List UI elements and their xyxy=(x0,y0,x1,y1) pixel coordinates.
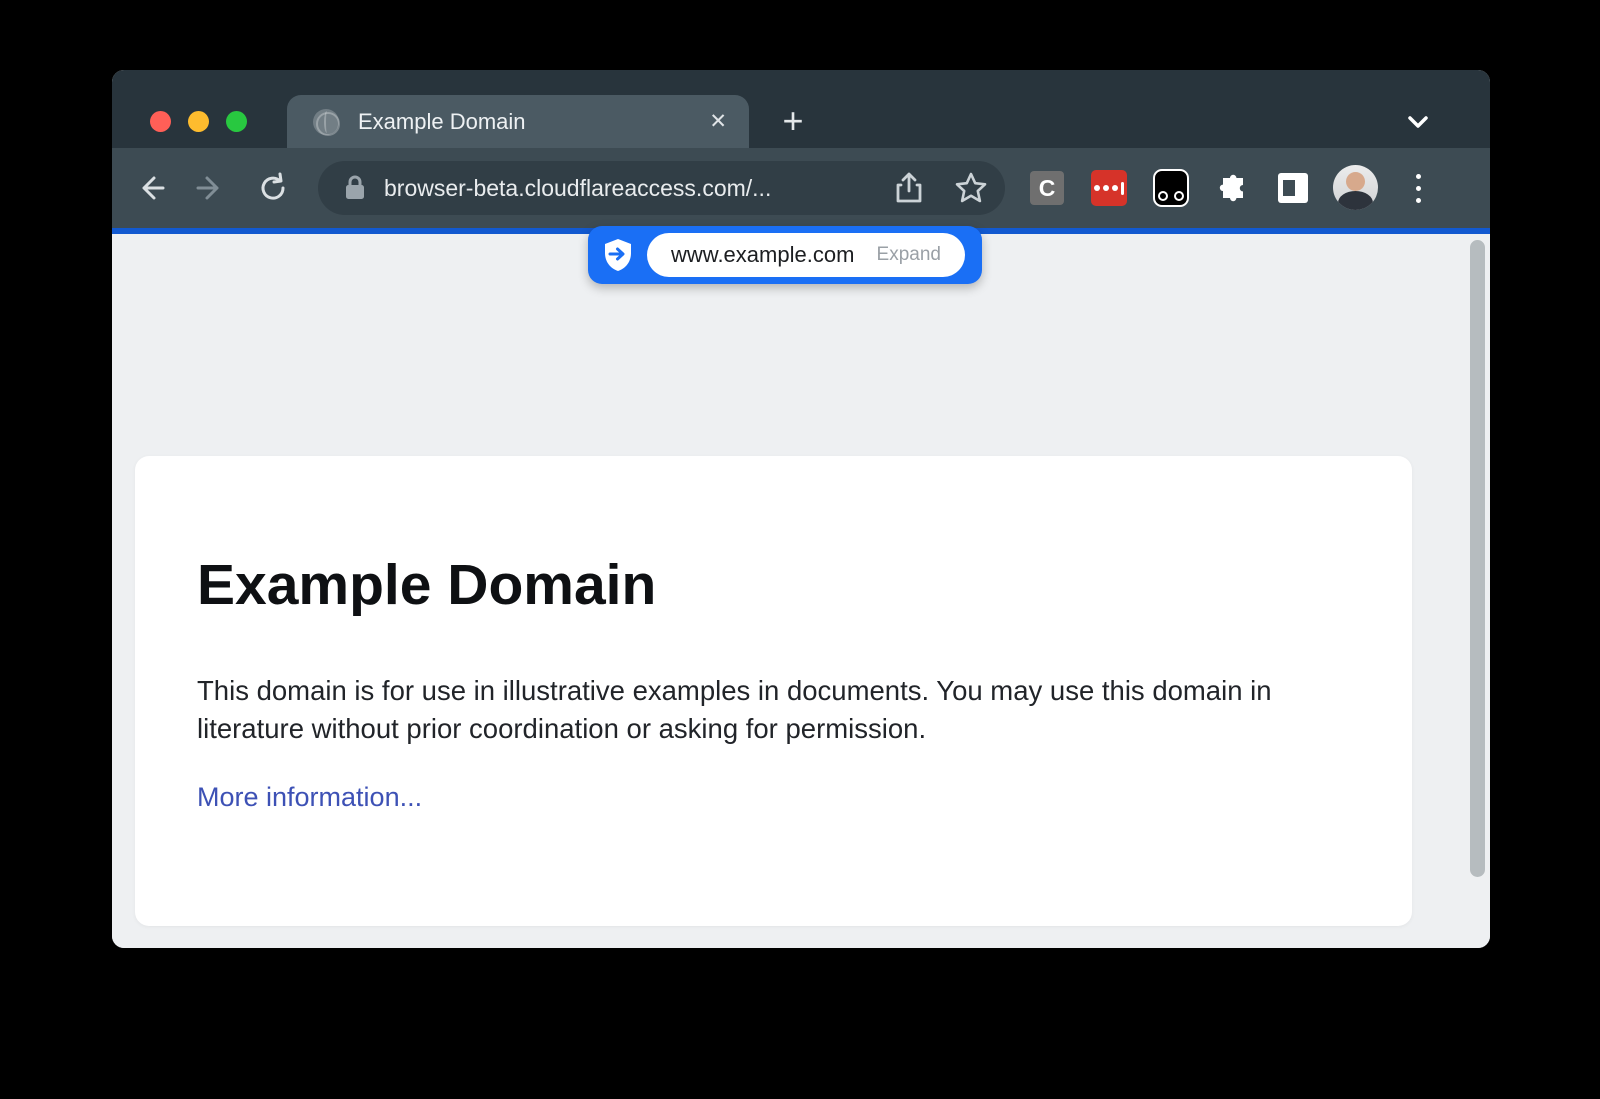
chevron-down-icon[interactable] xyxy=(1400,104,1436,140)
side-panel-icon[interactable] xyxy=(1274,169,1312,207)
traffic-close-button[interactable] xyxy=(150,111,171,132)
extension-c-label: C xyxy=(1039,175,1056,202)
menu-kebab-icon[interactable] xyxy=(1400,166,1436,210)
bookmark-star-icon[interactable] xyxy=(949,166,993,210)
traffic-minimize-button[interactable] xyxy=(188,111,209,132)
isolation-bar: www.example.com Expand xyxy=(588,226,982,284)
page-title: Example Domain xyxy=(197,552,656,618)
globe-favicon-icon xyxy=(313,109,339,135)
tab-example-domain[interactable]: Example Domain ✕ xyxy=(287,95,749,148)
expand-button[interactable]: Expand xyxy=(877,244,941,266)
shield-arrow-icon xyxy=(602,238,634,272)
toolbar: browser-beta.cloudflareaccess.com/... C xyxy=(112,148,1490,228)
forward-button[interactable] xyxy=(189,166,233,210)
tab-strip: Example Domain ✕ + xyxy=(112,70,1490,148)
more-information-link[interactable]: More information... xyxy=(197,782,422,813)
extensions-puzzle-icon[interactable] xyxy=(1214,169,1252,207)
extension-lastpass-icon[interactable] xyxy=(1090,169,1128,207)
lock-icon xyxy=(344,175,366,201)
page-paragraph: This domain is for use in illustrative e… xyxy=(197,672,1352,748)
browser-window: Example Domain ✕ + xyxy=(112,70,1490,948)
back-button[interactable] xyxy=(128,166,172,210)
extension-camera-icon[interactable] xyxy=(1152,169,1190,207)
traffic-zoom-button[interactable] xyxy=(226,111,247,132)
tab-title: Example Domain xyxy=(358,109,709,135)
reload-button[interactable] xyxy=(251,166,295,210)
content-card: Example Domain This domain is for use in… xyxy=(135,456,1412,926)
share-icon[interactable] xyxy=(887,166,931,210)
profile-avatar[interactable] xyxy=(1333,165,1378,210)
isolated-host-text: www.example.com xyxy=(671,242,854,268)
new-tab-button[interactable]: + xyxy=(774,103,812,141)
extension-c-icon[interactable]: C xyxy=(1028,169,1066,207)
tab-close-icon[interactable]: ✕ xyxy=(709,111,727,132)
vertical-scrollbar-thumb[interactable] xyxy=(1470,240,1485,877)
url-text: browser-beta.cloudflareaccess.com/... xyxy=(384,175,771,202)
page-viewport: Example Domain This domain is for use in… xyxy=(112,234,1490,948)
isolated-host-pill[interactable]: www.example.com Expand xyxy=(647,233,965,277)
